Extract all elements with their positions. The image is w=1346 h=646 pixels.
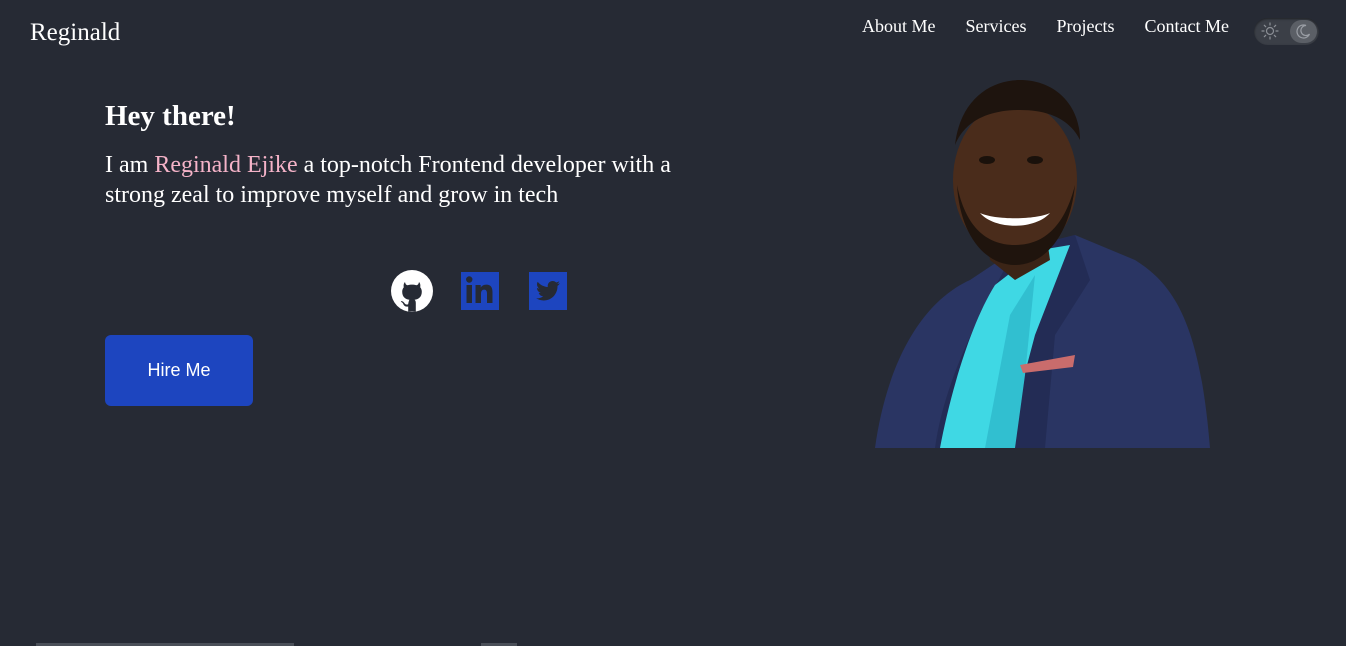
moon-icon — [1296, 24, 1311, 39]
brand-logo[interactable]: Reginald — [30, 18, 120, 48]
hero-name: Reginald Ejike — [154, 152, 298, 178]
nav-contact[interactable]: Contact Me — [1144, 15, 1228, 37]
main-nav: About Me Services Projects Contact Me — [862, 15, 1229, 37]
sun-icon — [1261, 22, 1279, 40]
github-icon[interactable] — [391, 270, 433, 312]
intro-prefix: I am — [105, 152, 155, 178]
hero-intro: I am Reginald Ejike a top-notch Frontend… — [105, 150, 715, 210]
page: Reginald About Me Services Projects Cont… — [0, 0, 1346, 646]
nav-about[interactable]: About Me — [862, 15, 936, 37]
portrait-image — [875, 80, 1210, 448]
social-links — [391, 270, 569, 312]
hire-me-button[interactable]: Hire Me — [105, 335, 253, 406]
toggle-knob — [1290, 20, 1317, 43]
hero-title: Hey there! — [105, 100, 236, 132]
linkedin-icon[interactable] — [459, 270, 501, 312]
theme-toggle[interactable] — [1254, 18, 1319, 45]
nav-services[interactable]: Services — [966, 15, 1027, 37]
twitter-icon[interactable] — [527, 270, 569, 312]
nav-projects[interactable]: Projects — [1056, 15, 1114, 37]
